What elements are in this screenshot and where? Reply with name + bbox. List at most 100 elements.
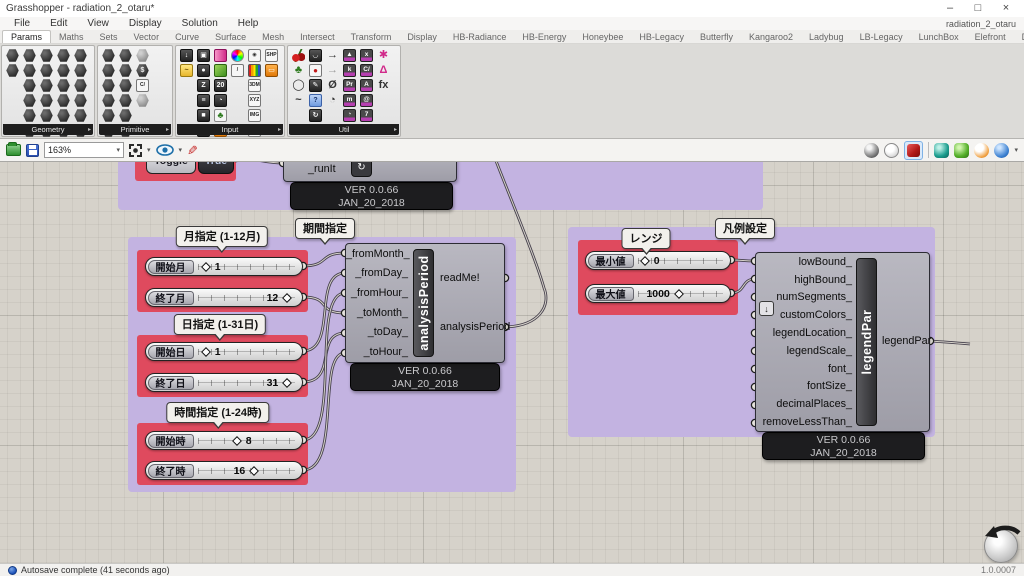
slider-end-month[interactable]: 終了月 12 [145, 288, 303, 307]
geometry-icon[interactable] [40, 109, 53, 122]
open-file-icon[interactable] [6, 144, 21, 156]
geometry-icon[interactable] [74, 64, 87, 77]
slider-start-hour[interactable]: 開始時 8 [145, 431, 303, 450]
text-icon[interactable]: A [360, 79, 373, 92]
menu-item-file[interactable]: File [4, 18, 40, 29]
geometry-icon[interactable] [74, 109, 87, 122]
component-name-bar[interactable]: legendPar [856, 258, 877, 426]
jump-arrow-icon[interactable]: → [326, 64, 339, 77]
graph-icon[interactable]: / [231, 64, 244, 77]
tab-kangaroo2[interactable]: Kangaroo2 [741, 31, 801, 43]
tag-period[interactable]: 期間指定 [295, 218, 355, 239]
primitive-icon[interactable]: C/ [136, 79, 149, 92]
flatten-icon[interactable]: ↓ [759, 301, 774, 316]
geometry-icon[interactable] [57, 109, 70, 122]
save-file-icon[interactable] [26, 144, 39, 157]
tab-dragonfly[interactable]: Dragonfly [1014, 31, 1024, 43]
compass-icon[interactable]: ◔ [326, 94, 339, 107]
import-icon[interactable]: ↓ [180, 49, 193, 62]
preview-material-orange-icon[interactable] [974, 143, 989, 158]
flask-icon[interactable]: Δ [377, 64, 390, 77]
tab-elefront[interactable]: Elefront [967, 31, 1014, 43]
geometry-icon[interactable] [23, 79, 36, 92]
mesh-util-icon[interactable]: m [343, 94, 356, 107]
geometry-icon[interactable] [40, 79, 53, 92]
primitive-icon[interactable] [119, 49, 132, 62]
clock-icon[interactable]: ◔ [214, 94, 227, 107]
xyz-file-icon[interactable]: XYZ [248, 94, 261, 107]
preview-eye-icon[interactable] [156, 144, 174, 156]
tab-honeybee[interactable]: Honeybee [574, 31, 631, 43]
tag-month[interactable]: 月指定 (1-12月) [176, 226, 268, 247]
chevron-down-icon[interactable]: ▾ [179, 146, 183, 154]
geometry-icon[interactable] [74, 49, 87, 62]
zoom-icon[interactable]: Ø [326, 79, 339, 92]
zoom-level-select[interactable]: 163% ▾ [44, 142, 124, 158]
calendar-icon[interactable]: 20 [214, 79, 227, 92]
chevron-down-icon[interactable]: ▾ [1014, 146, 1018, 154]
primitive-icon[interactable] [119, 79, 132, 92]
primitive-icon[interactable] [136, 94, 149, 107]
fx-icon[interactable]: fx [377, 79, 390, 92]
canvas-compass[interactable] [984, 529, 1018, 563]
menu-item-display[interactable]: Display [119, 18, 172, 29]
close-button[interactable]: × [992, 0, 1020, 16]
geometry-icon[interactable] [40, 64, 53, 77]
proving-icon[interactable]: Pr [343, 79, 356, 92]
geometry-icon[interactable] [74, 94, 87, 107]
geometry-icon[interactable] [23, 94, 36, 107]
zoom-extents-icon[interactable] [129, 144, 142, 157]
jump-icon[interactable]: Z [197, 79, 210, 92]
tree-icon[interactable]: ♣ [214, 109, 227, 122]
tab-curve[interactable]: Curve [167, 31, 207, 43]
number-slider-icon[interactable]: ~ [180, 64, 193, 77]
geometry-icon[interactable] [6, 64, 19, 77]
slider-grip[interactable] [201, 262, 211, 272]
boolean-toggle-value[interactable]: True [198, 162, 234, 174]
slider-start-month[interactable]: 開始月 1 [145, 257, 303, 276]
scribble-icon[interactable]: ~ [292, 94, 305, 107]
rhino-file-icon[interactable]: 3DM [248, 79, 261, 92]
tag-range[interactable]: レンジ [622, 228, 671, 249]
slider-grip[interactable] [282, 293, 292, 303]
image-file-icon[interactable]: IMG [248, 109, 261, 122]
slider-grip[interactable] [201, 347, 211, 357]
tab-hb-energy[interactable]: HB-Energy [514, 31, 574, 43]
atom-icon[interactable]: ◉ [248, 49, 261, 62]
geometry-icon[interactable] [40, 49, 53, 62]
grasshopper-canvas[interactable]: Toggle True VER 0.0.66 JAN_20_2018 _runI… [0, 162, 1024, 563]
slider-max-value[interactable]: 最大値 1000 [585, 284, 731, 303]
relay-icon[interactable]: → [326, 49, 339, 62]
sketch-pen-icon[interactable]: ✎ [187, 144, 198, 157]
boolean-toggle-label[interactable]: Toggle [146, 162, 196, 174]
menu-item-edit[interactable]: Edit [40, 18, 77, 29]
button-icon[interactable]: ● [309, 64, 322, 77]
menu-item-help[interactable]: Help [228, 18, 269, 29]
panel-icon[interactable]: ≡ [197, 94, 210, 107]
geometry-icon[interactable] [23, 109, 36, 122]
tab-ladybug[interactable]: Ladybug [801, 31, 852, 43]
primitive-icon[interactable] [119, 94, 132, 107]
primitive-icon[interactable] [102, 109, 115, 122]
primitive-icon[interactable] [102, 94, 115, 107]
preview-material-teal-icon[interactable] [934, 143, 949, 158]
chevron-down-icon[interactable]: ▾ [147, 146, 151, 154]
tab-mesh[interactable]: Mesh [254, 31, 292, 43]
geometry-icon[interactable] [57, 79, 70, 92]
legend-par-component[interactable]: lowBound_ highBound_ numSegments_ custom… [755, 252, 930, 432]
boolean-icon[interactable]: ■ [197, 109, 210, 122]
tab-lunchbox[interactable]: LunchBox [911, 31, 967, 43]
color-wheel-icon[interactable] [231, 49, 244, 62]
geometry-icon[interactable] [6, 49, 19, 62]
flower-icon[interactable]: ✱ [377, 49, 390, 62]
geometry-icon[interactable] [57, 94, 70, 107]
tab-surface[interactable]: Surface [207, 31, 254, 43]
primitive-icon[interactable] [102, 49, 115, 62]
minimize-button[interactable]: – [936, 0, 964, 16]
gear-icon[interactable]: @ [360, 94, 373, 107]
kangaroo-icon[interactable]: k [343, 64, 356, 77]
cassette-icon[interactable]: ▭ [265, 64, 278, 77]
analysis-period-component[interactable]: _fromMonth_ _fromDay_ _fromHour_ _toMont… [345, 243, 505, 363]
cluster-icon[interactable]: ◡ [309, 49, 322, 62]
geometry-icon[interactable] [23, 64, 36, 77]
